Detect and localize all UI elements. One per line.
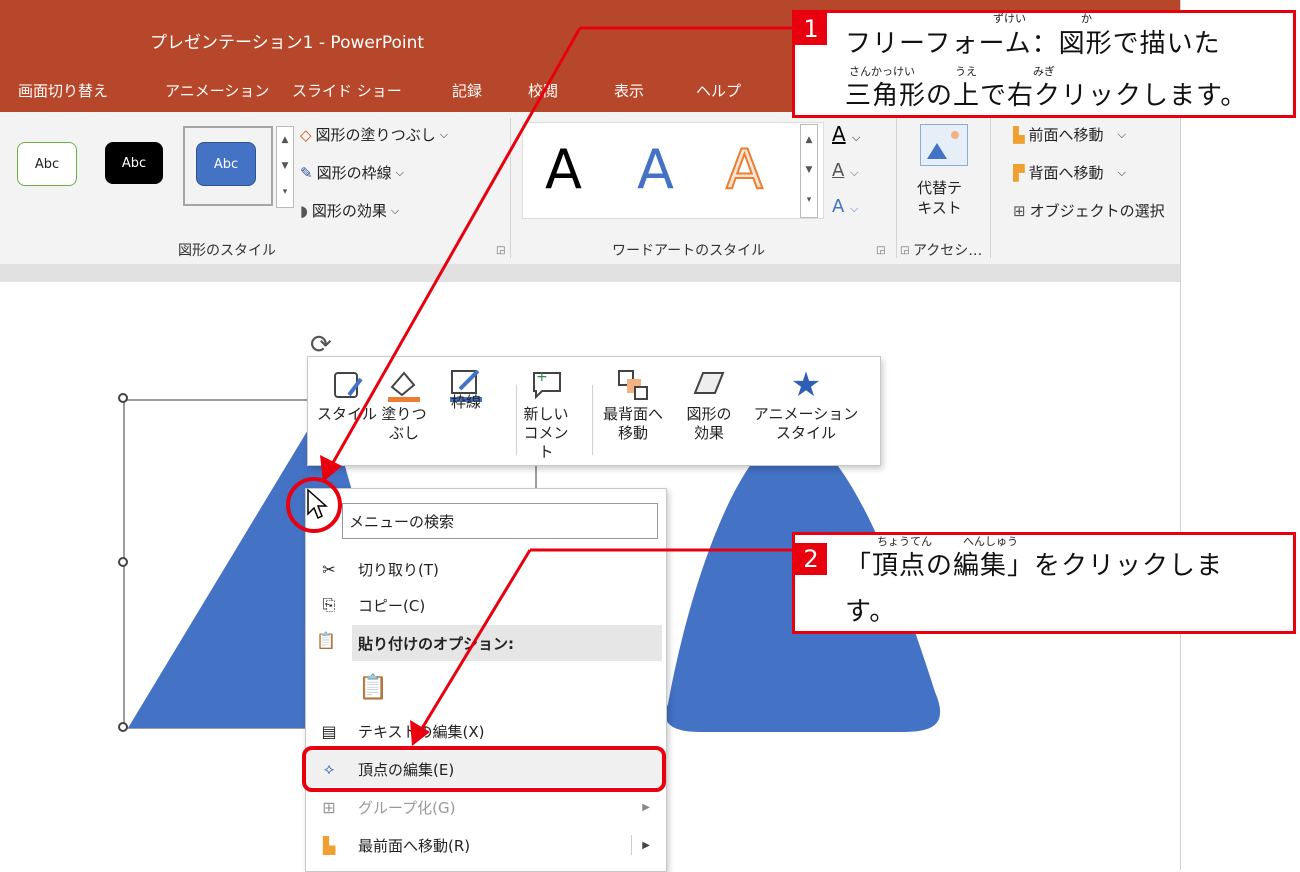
callout-step-1: 1 ずけい か フリーフォーム：図形で描いた さんかっけい うえ みぎ 三角形の… xyxy=(792,10,1296,118)
callout-2-line-1: 「頂点の編集」をクリックしま xyxy=(845,551,1224,581)
highlight-box xyxy=(302,746,666,792)
callout-1-line-2: 三角形の上で右クリックします。 xyxy=(845,81,1248,111)
step-number: 1 xyxy=(795,13,827,45)
callout-step-2: 2 ちょうてん へんしゅう 「頂点の編集」をクリックしま す。 xyxy=(792,532,1296,634)
callout-2-line-2: す。 xyxy=(845,597,897,627)
highlight-circle xyxy=(286,477,342,533)
annotation-overlay xyxy=(286,26,792,792)
callout-1-line-1: フリーフォーム：図形で描いた xyxy=(845,29,1221,59)
step-number: 2 xyxy=(795,543,827,575)
